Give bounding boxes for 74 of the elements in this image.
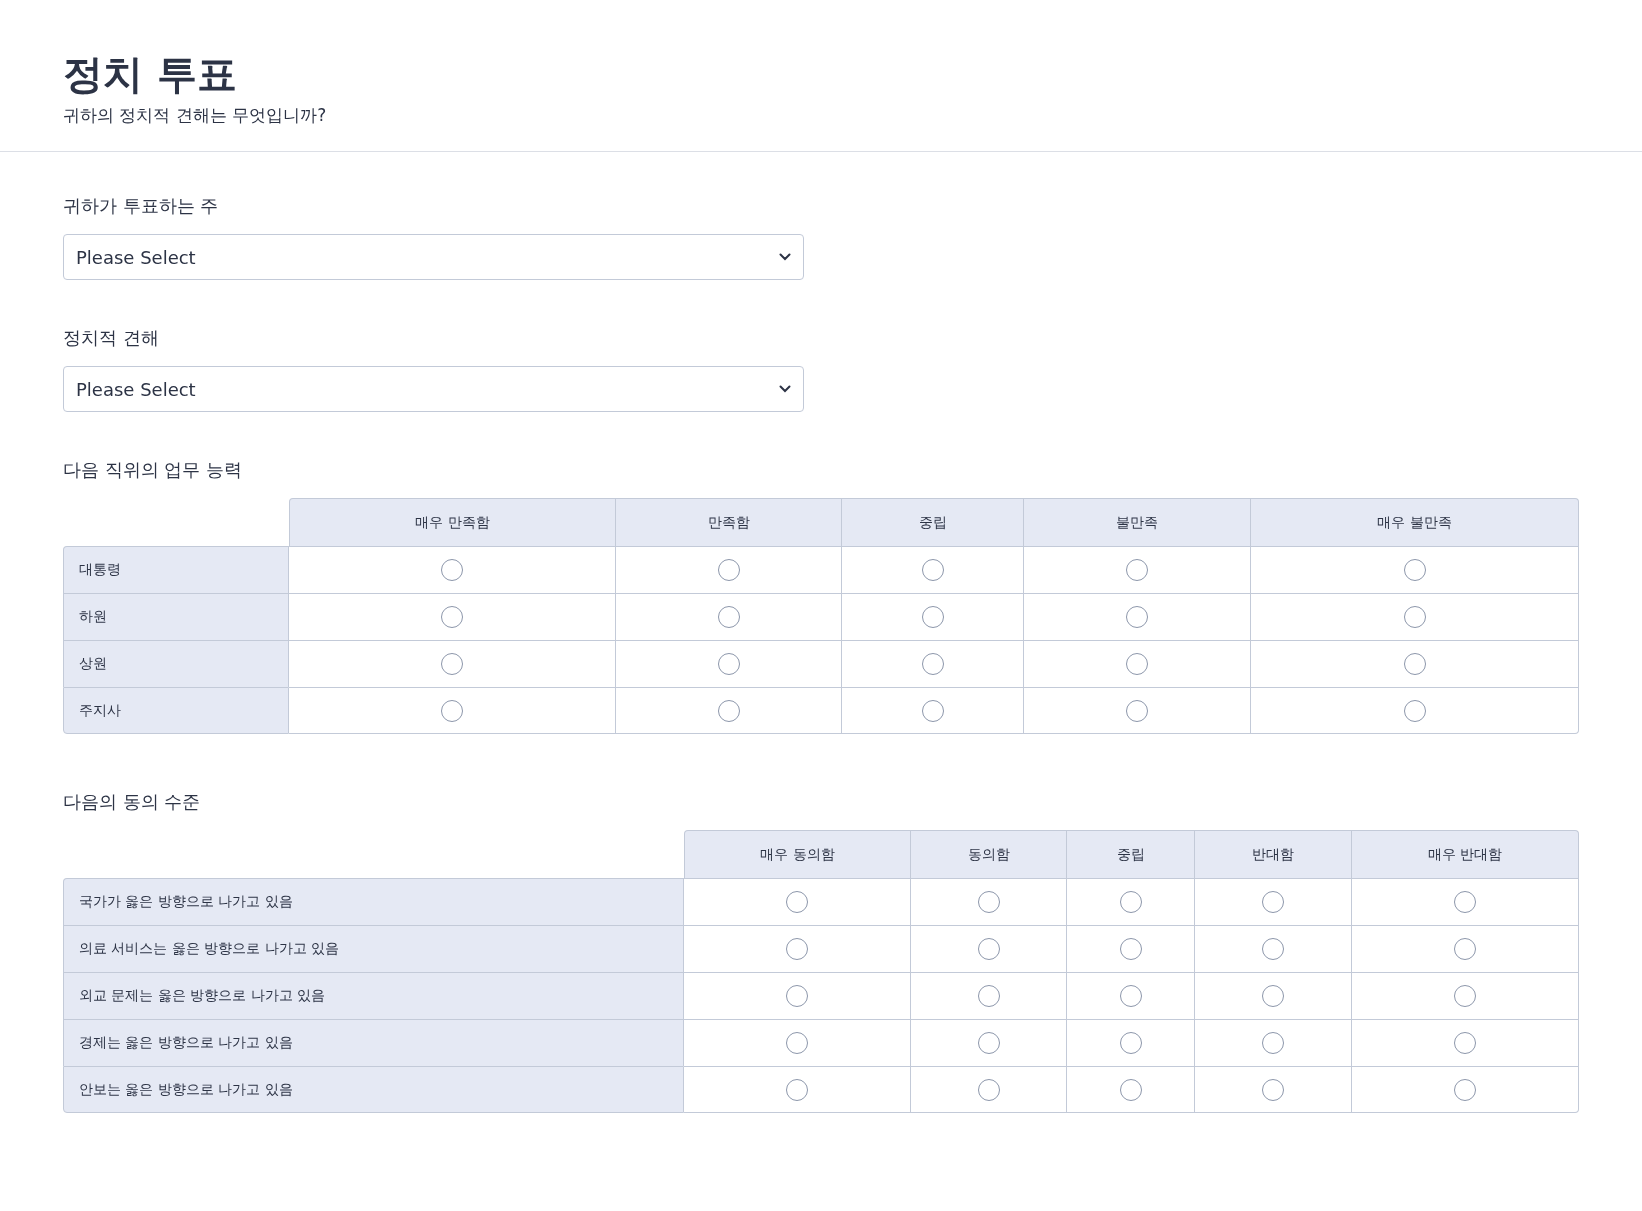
row-header: 경제는 옳은 방향으로 나가고 있음 — [63, 1019, 684, 1066]
radio-button[interactable] — [921, 559, 944, 581]
radio-button[interactable] — [1126, 653, 1148, 675]
radio-button[interactable] — [1403, 606, 1426, 628]
radio-button[interactable] — [1119, 985, 1142, 1007]
radio-button[interactable] — [717, 559, 740, 581]
radio-button[interactable] — [786, 1032, 808, 1054]
radio-button[interactable] — [1126, 606, 1148, 628]
radio-button[interactable] — [786, 891, 808, 913]
chevron-down-icon — [779, 385, 791, 393]
column-header: 반대함 — [1195, 830, 1352, 878]
radio-button[interactable] — [441, 606, 463, 628]
radio-button[interactable] — [786, 938, 808, 960]
radio-button[interactable] — [786, 1078, 808, 1101]
radio-button[interactable] — [1262, 891, 1284, 913]
radio-button[interactable] — [1454, 1032, 1476, 1054]
row-header: 외교 문제는 옳은 방향으로 나가고 있음 — [63, 972, 684, 1019]
field-label: 다음의 동의 수준 — [63, 790, 202, 814]
radio-button[interactable] — [1262, 985, 1284, 1007]
radio-button[interactable] — [1454, 1078, 1476, 1101]
field-label: 다음 직위의 업무 능력 — [63, 458, 244, 482]
field-label: 귀하가 투표하는 주 — [63, 194, 220, 218]
column-header: 매우 불만족 — [1251, 498, 1579, 546]
radio-button[interactable] — [1403, 699, 1426, 722]
radio-button[interactable] — [921, 653, 944, 675]
field-label: 정치적 견해 — [63, 326, 160, 350]
radio-button[interactable] — [977, 1078, 1000, 1101]
row-header: 하원 — [63, 593, 289, 640]
radio-button[interactable] — [1119, 1032, 1142, 1054]
radio-button[interactable] — [977, 891, 1000, 913]
radio-button[interactable] — [1126, 559, 1148, 581]
radio-button[interactable] — [977, 985, 1000, 1007]
radio-button[interactable] — [441, 559, 463, 581]
radio-button[interactable] — [1262, 1032, 1284, 1054]
radio-button[interactable] — [1454, 891, 1476, 913]
radio-button[interactable] — [717, 653, 740, 675]
row-header: 안보는 옳은 방향으로 나가고 있음 — [63, 1066, 684, 1113]
column-header: 만족함 — [616, 498, 842, 546]
dropdown-field[interactable]: Please Select — [63, 234, 804, 280]
row-header: 의료 서비스는 옳은 방향으로 나가고 있음 — [63, 925, 684, 972]
radio-button[interactable] — [921, 699, 944, 722]
radio-button[interactable] — [1262, 938, 1284, 960]
column-header: 매우 만족함 — [289, 498, 616, 546]
radio-button[interactable] — [921, 606, 944, 628]
radio-button[interactable] — [441, 699, 463, 722]
column-header: 매우 동의함 — [684, 830, 911, 878]
radio-button[interactable] — [977, 1032, 1000, 1054]
radio-button[interactable] — [1119, 938, 1142, 960]
column-header: 불만족 — [1024, 498, 1251, 546]
radio-button[interactable] — [786, 985, 808, 1007]
radio-button[interactable] — [717, 606, 740, 628]
form-subtitle: 귀하의 정치적 견해는 무엇입니까? — [63, 104, 328, 127]
column-header: 중립 — [1067, 830, 1195, 878]
row-header: 대통령 — [63, 546, 289, 593]
radio-button[interactable] — [1119, 1078, 1142, 1101]
column-header: 동의함 — [911, 830, 1067, 878]
radio-button[interactable] — [1262, 1078, 1284, 1101]
row-header: 주지사 — [63, 687, 289, 734]
radio-button[interactable] — [1403, 559, 1426, 581]
radio-button[interactable] — [1454, 938, 1476, 960]
radio-button[interactable] — [441, 653, 463, 675]
column-header: 매우 반대함 — [1352, 830, 1579, 878]
radio-button[interactable] — [1126, 699, 1148, 722]
radio-button[interactable] — [1119, 891, 1142, 913]
chevron-down-icon — [779, 253, 791, 261]
form-title: 정치 투표 — [63, 50, 238, 99]
dropdown-field[interactable]: Please Select — [63, 366, 804, 412]
radio-button[interactable] — [1403, 653, 1426, 675]
column-header: 중립 — [842, 498, 1024, 546]
row-header: 국가가 옳은 방향으로 나가고 있음 — [63, 878, 684, 925]
radio-button[interactable] — [717, 699, 740, 722]
row-header: 상원 — [63, 640, 289, 687]
radio-button[interactable] — [1454, 985, 1476, 1007]
radio-button[interactable] — [977, 938, 1000, 960]
